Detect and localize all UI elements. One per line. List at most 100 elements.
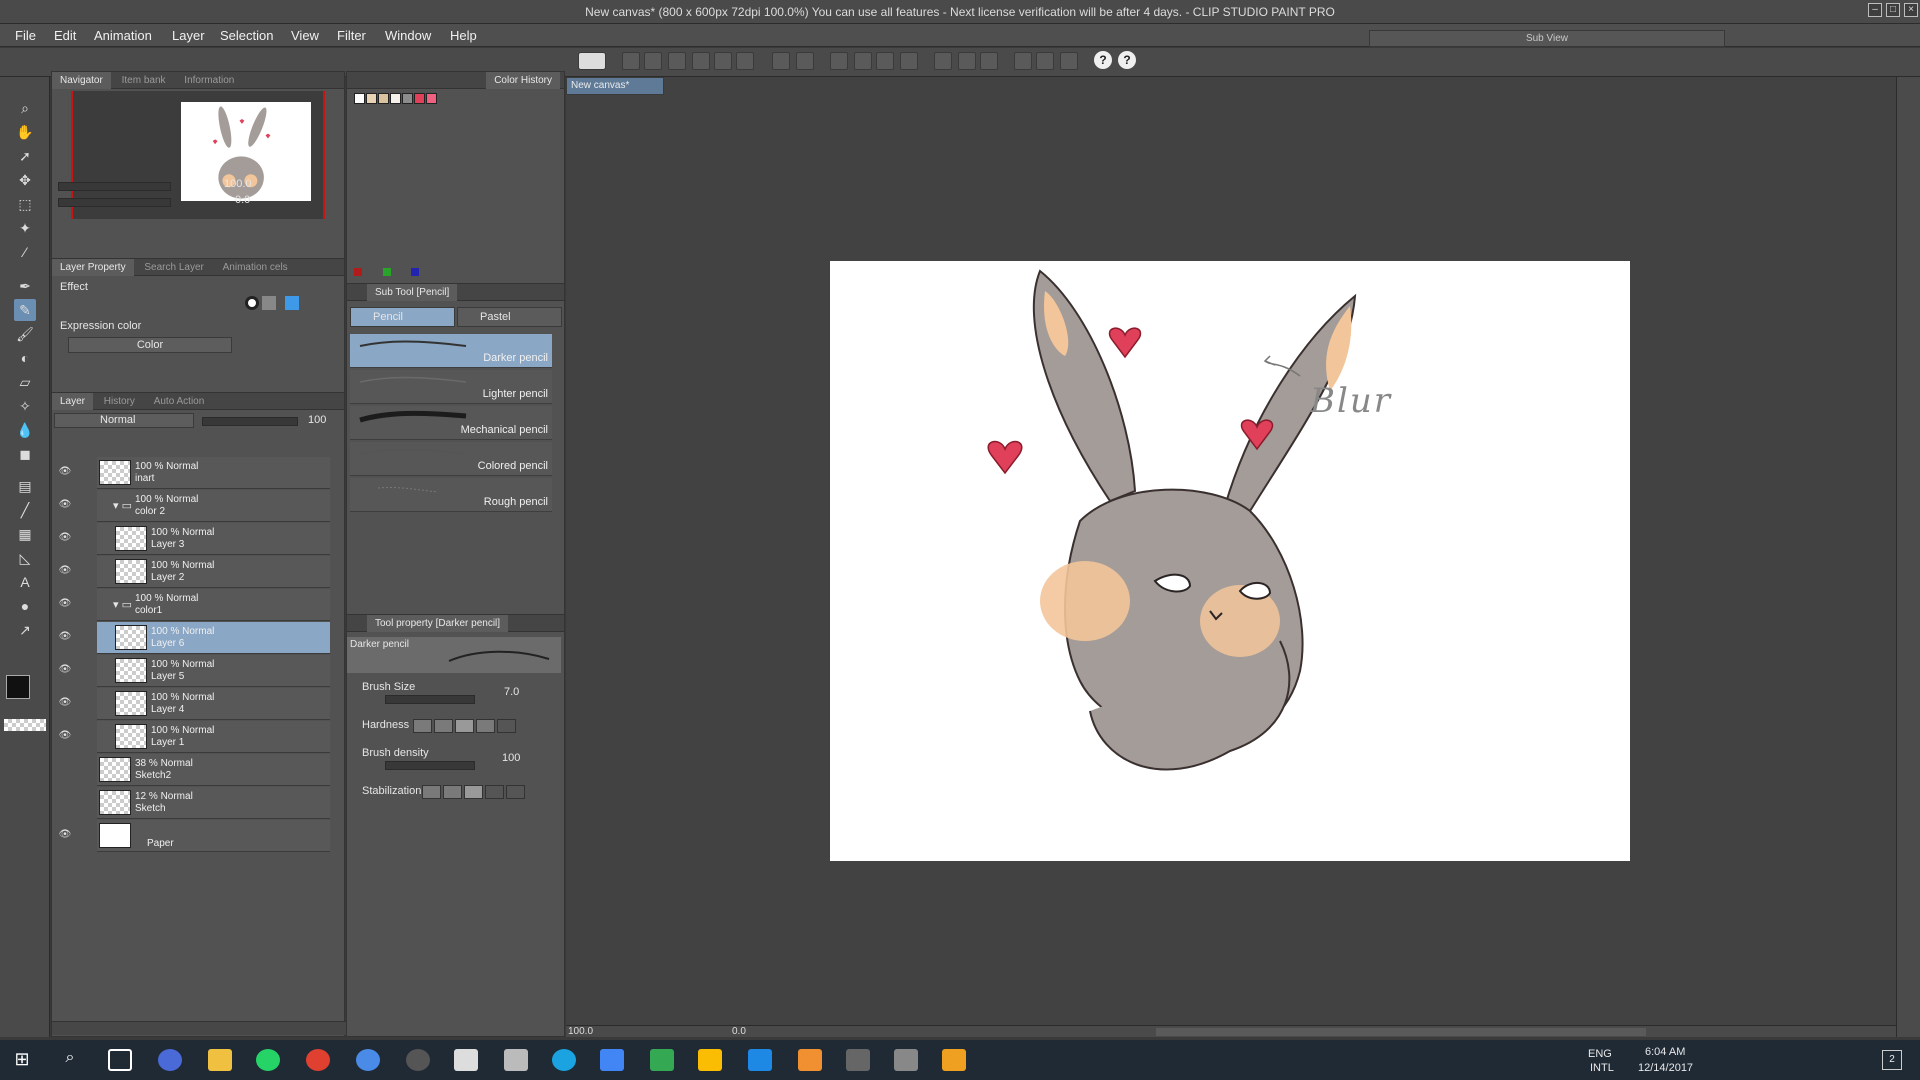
blend-mode-select[interactable]: Normal [54,413,194,428]
blend-tool-icon[interactable]: 💧 [14,419,36,441]
layer-row[interactable]: 38 % Normal Sketch2 [97,754,330,786]
whatsapp-icon[interactable] [256,1049,280,1071]
snap-ruler-icon[interactable] [1014,52,1032,70]
auto-select-tool-icon[interactable]: ✦ [14,217,36,239]
save-icon[interactable] [668,52,686,70]
move-layer-tool-icon[interactable]: ✥ [14,169,36,191]
zoom-tool-icon[interactable]: ⌕ [14,97,36,119]
clip-studio-taskbar-icon[interactable] [454,1049,478,1071]
deselect-icon[interactable] [854,52,872,70]
menu-file[interactable]: File [15,28,36,43]
layer-row[interactable]: 100 % Normal Layer 2 [97,556,330,588]
tab-layer[interactable]: Layer [52,393,94,410]
hand-tool-icon[interactable]: ✋ [14,121,36,143]
stabilization-level-4[interactable] [485,785,504,799]
hardness-level-1[interactable] [413,719,432,733]
tab-navigator[interactable]: Navigator [52,72,111,89]
open-file-icon[interactable] [644,52,662,70]
tab-auto-action[interactable]: Auto Action [146,393,213,410]
menu-animation[interactable]: Animation [94,28,152,43]
tab-item-bank[interactable]: Item bank [114,72,174,89]
layer-visibility-icon[interactable]: 👁 [58,466,72,480]
menu-selection[interactable]: Selection [220,28,273,43]
color-history-swatch[interactable] [354,93,365,104]
eraser-tool-icon[interactable]: ▱ [14,371,36,393]
menu-window[interactable]: Window [385,28,431,43]
gradient-tool-icon[interactable]: ▤ [14,475,36,497]
layer-panel-toolbar[interactable] [54,436,332,452]
selection-tool-icon[interactable]: ⬚ [14,193,36,215]
layer-visibility-icon[interactable]: 👁 [58,697,72,711]
layer-row[interactable]: 100 % Normal Layer 3 [97,523,330,555]
select-icon[interactable] [692,52,710,70]
folder-icon[interactable]: ▾ ▭ [113,598,132,611]
stabilization-level-2[interactable] [443,785,462,799]
paper-layer-row[interactable]: Paper [97,820,330,852]
balloon-tool-icon[interactable]: ● [14,595,36,617]
store-icon[interactable] [942,1049,966,1071]
snap-icon[interactable] [958,52,976,70]
menu-view[interactable]: View [291,28,319,43]
minimize-button[interactable]: – [1868,3,1882,17]
hardness-level-3[interactable] [455,719,474,733]
crop-icon[interactable] [900,52,918,70]
layer-visibility-icon[interactable]: 👁 [58,532,72,546]
start-icon[interactable]: ⊞ [10,1049,34,1071]
undo-icon[interactable] [772,52,790,70]
brush-rough-pencil[interactable]: Rough pencil [350,478,552,512]
layer-row[interactable]: 100 % Normal Layer 1 [97,721,330,753]
brush-colored-pencil[interactable]: Colored pencil [350,442,552,476]
color-history-swatch[interactable] [378,93,389,104]
navigator-controls[interactable] [251,178,341,208]
layer-folder-row[interactable]: ▾ ▭ 100 % Normal color1 [97,589,330,621]
stabilization-level-1[interactable] [422,785,441,799]
expression-color-select[interactable]: Color [68,337,232,353]
transform-icon[interactable] [830,52,848,70]
layer-row[interactable]: 100 % Normal Layer 5 [97,655,330,687]
search-icon[interactable]: ⌕ [58,1049,82,1071]
color-history-swatch[interactable] [390,93,401,104]
tab-animation-cels[interactable]: Animation cels [215,259,296,276]
color-history-swatch[interactable] [402,93,413,104]
rotation-slider[interactable] [58,198,171,207]
brush-density-slider[interactable] [385,761,475,770]
stabilization-level-3[interactable] [464,785,483,799]
keyboard-label[interactable]: INTL [1590,1062,1614,1074]
folder-icon[interactable]: ▾ ▭ [113,499,132,512]
tab-layer-property[interactable]: Layer Property [52,259,134,276]
tone-effect-icon[interactable] [262,296,276,310]
pencil-tool-icon[interactable]: ✎ [14,299,36,321]
menu-layer[interactable]: Layer [172,28,205,43]
horizontal-scrollbar[interactable] [1156,1028,1646,1036]
brush-lighter-pencil[interactable]: Lighter pencil [350,370,552,404]
decoration-tool-icon[interactable]: ✧ [14,395,36,417]
layer-visibility-icon[interactable]: 👁 [58,664,72,678]
app-icon-3[interactable] [552,1049,576,1071]
stabilization-level-5[interactable] [506,785,525,799]
figure-tool-icon[interactable]: ╱ [14,499,36,521]
main-color-swatch[interactable] [6,675,30,699]
layer-folder-row[interactable]: ▾ ▭ 100 % Normal color 2 [97,490,330,522]
menu-help[interactable]: Help [450,28,477,43]
layer-visibility-icon[interactable]: 👁 [58,829,72,843]
color-history-swatch[interactable] [426,93,437,104]
hardness-level-4[interactable] [476,719,495,733]
operation-tool-icon[interactable]: ➚ [14,145,36,167]
opacity-slider[interactable] [202,417,298,426]
maximize-button[interactable]: □ [1886,3,1900,17]
pen-tool-icon[interactable]: ✒ [14,275,36,297]
layer-visibility-icon[interactable]: 👁 [58,730,72,744]
menu-edit[interactable]: Edit [54,28,76,43]
layer-visibility-icon[interactable]: 👁 [58,631,72,645]
app-icon-5[interactable] [846,1049,870,1071]
airbrush-tool-icon[interactable]: ◐ [14,347,36,369]
app-icon-1[interactable] [158,1049,182,1071]
task-view-icon[interactable] [108,1049,132,1071]
border-effect-icon[interactable] [245,296,259,310]
tab-search-layer[interactable]: Search Layer [136,259,211,276]
sub-view-panel[interactable]: Sub View [1369,30,1725,47]
eyedropper-tool-icon[interactable]: ⁄ [14,241,36,263]
canvas-paper[interactable]: Blur [830,261,1630,861]
close-button[interactable]: × [1904,3,1918,17]
layer-row[interactable]: 12 % Normal Sketch [97,787,330,819]
